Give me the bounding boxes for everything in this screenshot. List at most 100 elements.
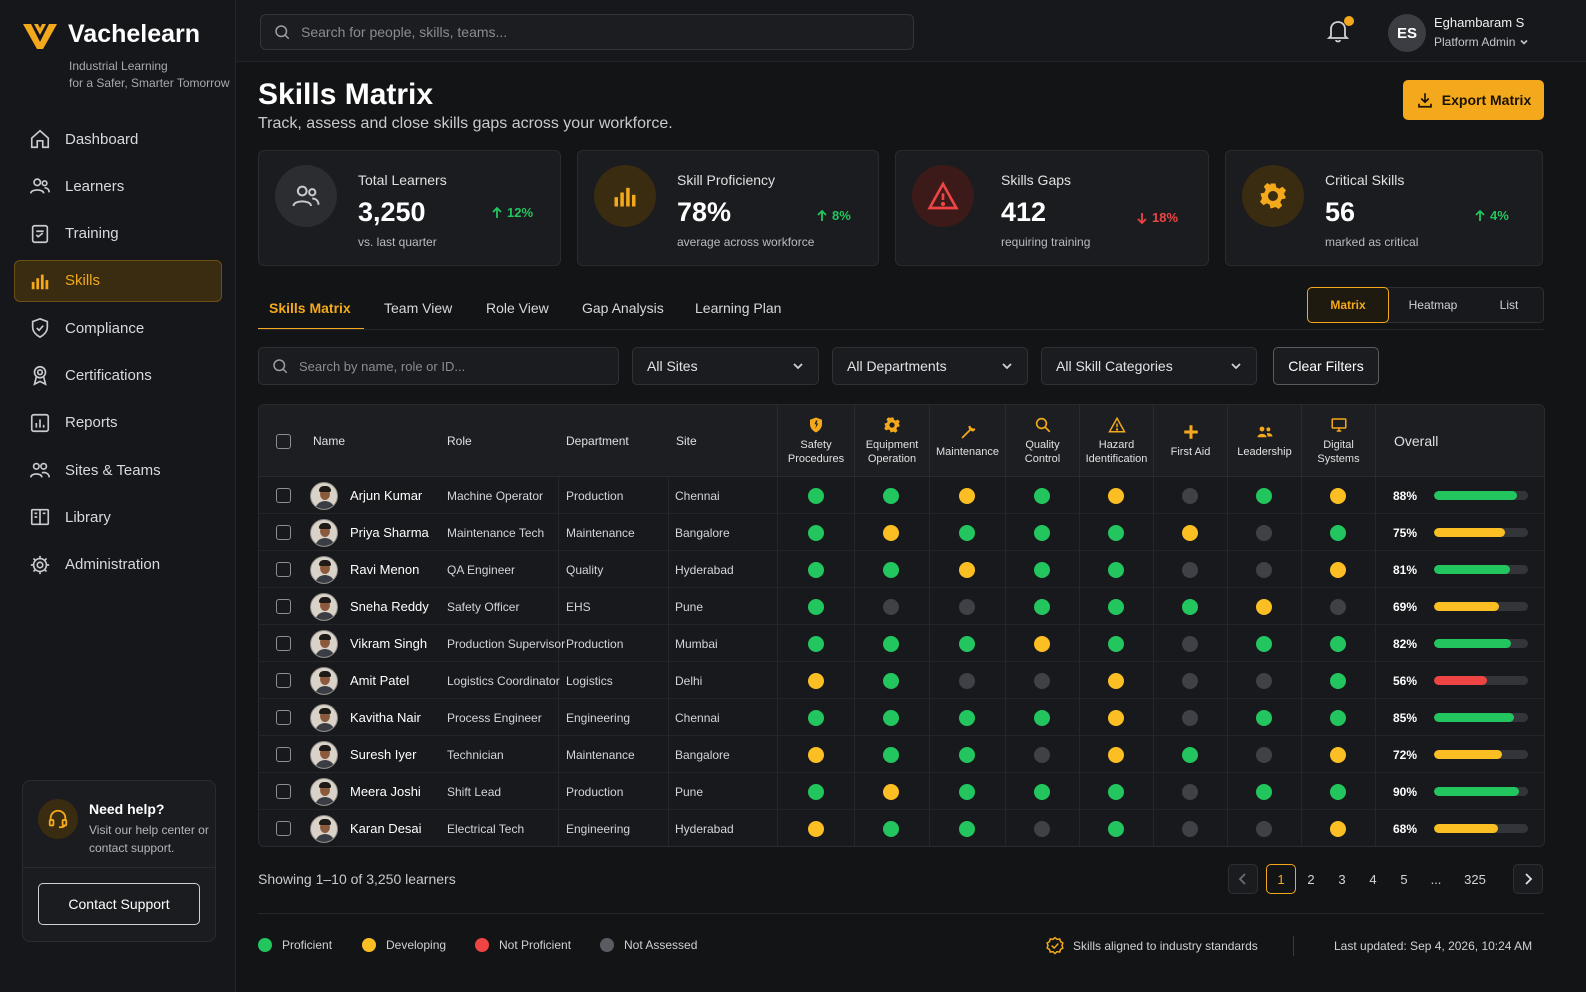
- select-all-checkbox[interactable]: [276, 433, 291, 449]
- skill-status-cell[interactable]: [808, 699, 824, 736]
- skill-status-cell[interactable]: [1034, 699, 1050, 736]
- tab-gap-analysis[interactable]: Gap Analysis: [582, 288, 664, 330]
- skill-status-cell[interactable]: [1182, 773, 1198, 810]
- learner-search[interactable]: [258, 347, 619, 385]
- row-checkbox[interactable]: [276, 747, 291, 762]
- skill-status-cell[interactable]: [1108, 662, 1124, 699]
- view-heatmap-button[interactable]: Heatmap: [1394, 288, 1472, 322]
- column-header-digital-systems[interactable]: Digital Systems: [1301, 405, 1375, 477]
- nav-item-dashboard[interactable]: Dashboard: [14, 118, 222, 160]
- skill-status-cell[interactable]: [1182, 477, 1198, 514]
- skill-status-cell[interactable]: [1330, 514, 1346, 551]
- column-header-role[interactable]: Role: [447, 405, 472, 477]
- skill-status-cell[interactable]: [808, 662, 824, 699]
- skill-status-cell[interactable]: [959, 810, 975, 846]
- skill-status-cell[interactable]: [959, 662, 975, 699]
- global-search[interactable]: [260, 14, 914, 50]
- skill-status-cell[interactable]: [808, 773, 824, 810]
- learner-name-cell[interactable]: Sneha Reddy: [310, 588, 429, 625]
- skill-status-cell[interactable]: [1256, 551, 1272, 588]
- skill-status-cell[interactable]: [1256, 699, 1272, 736]
- skill-status-cell[interactable]: [883, 625, 899, 662]
- skill-status-cell[interactable]: [1108, 773, 1124, 810]
- row-checkbox[interactable]: [276, 488, 291, 503]
- column-header-first-aid[interactable]: First Aid: [1153, 405, 1227, 477]
- skill-status-cell[interactable]: [808, 810, 824, 846]
- skill-status-cell[interactable]: [1108, 588, 1124, 625]
- column-header-quality-control[interactable]: Quality Control: [1005, 405, 1079, 477]
- skill-status-cell[interactable]: [1108, 477, 1124, 514]
- tab-role-view[interactable]: Role View: [486, 288, 549, 330]
- skill-status-cell[interactable]: [808, 477, 824, 514]
- skill-status-cell[interactable]: [959, 773, 975, 810]
- page-button-3[interactable]: 3: [1327, 864, 1357, 894]
- skill-status-cell[interactable]: [1034, 810, 1050, 846]
- prev-page-button[interactable]: [1228, 864, 1258, 894]
- column-header-hazard-identification[interactable]: Hazard Identification: [1079, 405, 1153, 477]
- nav-item-sites-teams[interactable]: Sites & Teams: [14, 449, 222, 491]
- departments-select[interactable]: All Departments: [832, 347, 1028, 385]
- learner-name-cell[interactable]: Priya Sharma: [310, 514, 429, 551]
- user-role-menu[interactable]: Platform Admin: [1434, 35, 1529, 49]
- skill-status-cell[interactable]: [808, 551, 824, 588]
- skill-status-cell[interactable]: [959, 588, 975, 625]
- skill-status-cell[interactable]: [1256, 477, 1272, 514]
- skill-status-cell[interactable]: [1256, 625, 1272, 662]
- clear-filters-button[interactable]: Clear Filters: [1273, 347, 1379, 385]
- skill-status-cell[interactable]: [1108, 625, 1124, 662]
- learner-name-cell[interactable]: Vikram Singh: [310, 625, 427, 662]
- skill-status-cell[interactable]: [1108, 736, 1124, 773]
- skill-status-cell[interactable]: [883, 588, 899, 625]
- next-page-button[interactable]: [1513, 864, 1543, 894]
- learner-name-cell[interactable]: Karan Desai: [310, 810, 422, 846]
- skill-status-cell[interactable]: [1330, 810, 1346, 846]
- row-checkbox[interactable]: [276, 562, 291, 577]
- skill-status-cell[interactable]: [1256, 736, 1272, 773]
- contact-support-button[interactable]: Contact Support: [38, 883, 200, 925]
- skill-status-cell[interactable]: [1330, 699, 1346, 736]
- table-row[interactable]: Ravi Menon QA Engineer Quality Hyderabad 81%: [259, 551, 1544, 588]
- nav-item-library[interactable]: Library: [14, 496, 222, 538]
- column-header-maintenance[interactable]: Maintenance: [929, 405, 1005, 477]
- table-row[interactable]: Suresh Iyer Technician Maintenance Bangalor…: [259, 736, 1544, 773]
- skill-status-cell[interactable]: [1330, 625, 1346, 662]
- nav-item-skills[interactable]: Skills: [14, 259, 222, 302]
- skill-status-cell[interactable]: [883, 699, 899, 736]
- skill-status-cell[interactable]: [959, 699, 975, 736]
- row-checkbox[interactable]: [276, 821, 291, 836]
- table-row[interactable]: Priya Sharma Maintenance Tech Maintenance B…: [259, 514, 1544, 551]
- global-search-input[interactable]: [301, 24, 861, 40]
- skill-status-cell[interactable]: [959, 736, 975, 773]
- learner-name-cell[interactable]: Kavitha Nair: [310, 699, 421, 736]
- skill-status-cell[interactable]: [1256, 514, 1272, 551]
- skill-status-cell[interactable]: [1034, 588, 1050, 625]
- skill-status-cell[interactable]: [1182, 699, 1198, 736]
- skill-status-cell[interactable]: [1182, 810, 1198, 846]
- skill-status-cell[interactable]: [1182, 625, 1198, 662]
- learner-name-cell[interactable]: Suresh Iyer: [310, 736, 416, 773]
- skill-status-cell[interactable]: [1108, 514, 1124, 551]
- skill-status-cell[interactable]: [883, 662, 899, 699]
- skill-status-cell[interactable]: [1182, 551, 1198, 588]
- column-header-leadership[interactable]: Leadership: [1227, 405, 1301, 477]
- tab-learning-plan[interactable]: Learning Plan: [695, 288, 781, 330]
- nav-item-reports[interactable]: Reports: [14, 402, 222, 444]
- view-matrix-button[interactable]: Matrix: [1307, 287, 1389, 323]
- learner-name-cell[interactable]: Meera Joshi: [310, 773, 421, 810]
- view-list-button[interactable]: List: [1474, 288, 1544, 322]
- skill-status-cell[interactable]: [883, 810, 899, 846]
- table-row[interactable]: Kavitha Nair Process Engineer Engineering C…: [259, 699, 1544, 736]
- row-checkbox[interactable]: [276, 636, 291, 651]
- row-checkbox[interactable]: [276, 784, 291, 799]
- sites-select[interactable]: All Sites: [632, 347, 819, 385]
- skill-status-cell[interactable]: [1182, 588, 1198, 625]
- skill-status-cell[interactable]: [808, 625, 824, 662]
- column-header-name[interactable]: Name: [313, 405, 345, 477]
- skill-status-cell[interactable]: [808, 514, 824, 551]
- user-avatar[interactable]: ES: [1388, 14, 1426, 52]
- skill-status-cell[interactable]: [808, 588, 824, 625]
- nav-item-learners[interactable]: Learners: [14, 165, 222, 207]
- learner-name-cell[interactable]: Arjun Kumar: [310, 477, 422, 514]
- row-checkbox[interactable]: [276, 710, 291, 725]
- skill-status-cell[interactable]: [959, 477, 975, 514]
